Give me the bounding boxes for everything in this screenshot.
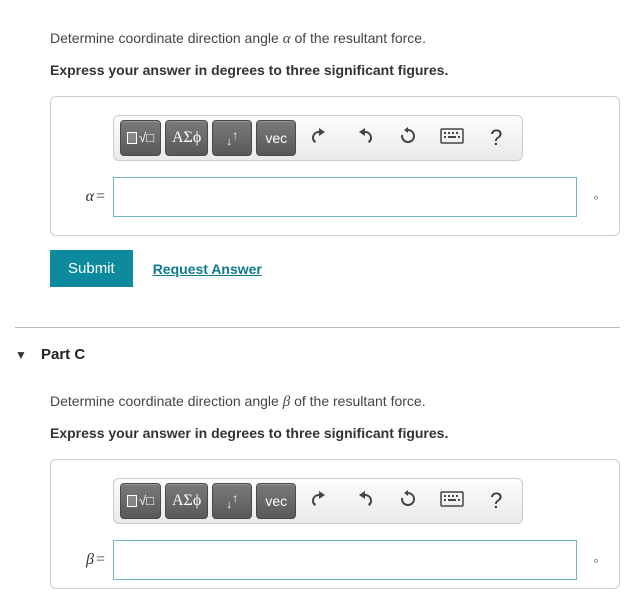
answer-input-c[interactable] bbox=[113, 540, 577, 580]
answer-lhs: α= bbox=[63, 188, 113, 206]
vec-button[interactable]: vec bbox=[256, 120, 296, 156]
prompt-text-c: Determine coordinate direction angle β o… bbox=[50, 393, 620, 411]
subsup-icon: ↓↑ bbox=[226, 494, 238, 508]
answer-unit-c: ∘ bbox=[577, 554, 607, 567]
keyboard-button[interactable] bbox=[432, 483, 472, 519]
symbols-button[interactable]: ΑΣϕ bbox=[165, 120, 208, 156]
help-button[interactable]: ? bbox=[476, 483, 516, 519]
vec-button[interactable]: vec bbox=[256, 483, 296, 519]
answer-unit: ∘ bbox=[577, 191, 607, 204]
subsup-button[interactable]: ↓↑ bbox=[212, 120, 252, 156]
reset-button[interactable] bbox=[388, 483, 428, 519]
help-label: ? bbox=[490, 125, 502, 151]
answer-panel-c: √□ ΑΣϕ ↓↑ vec bbox=[50, 459, 620, 589]
reset-icon bbox=[398, 489, 418, 514]
templates-icon: √□ bbox=[127, 132, 154, 145]
lhs-variable-c: β bbox=[86, 551, 94, 568]
undo-button[interactable] bbox=[300, 483, 340, 519]
help-label: ? bbox=[490, 488, 502, 514]
templates-icon: √□ bbox=[127, 495, 154, 508]
prompt-variable: α bbox=[283, 31, 291, 47]
vec-label: vec bbox=[265, 130, 287, 146]
equation-toolbar-c: √□ ΑΣϕ ↓↑ vec bbox=[113, 478, 523, 524]
lhs-equals-c: = bbox=[94, 551, 105, 568]
lhs-variable: α bbox=[86, 188, 94, 205]
symbols-label: ΑΣϕ bbox=[172, 129, 201, 147]
equation-toolbar: √□ ΑΣϕ ↓↑ vec bbox=[113, 115, 523, 161]
undo-icon bbox=[310, 490, 330, 513]
instruction-text: Express your answer in degrees to three … bbox=[50, 62, 620, 78]
symbols-button[interactable]: ΑΣϕ bbox=[165, 483, 208, 519]
answer-lhs-c: β= bbox=[63, 551, 113, 569]
submit-button[interactable]: Submit bbox=[50, 250, 133, 287]
prompt-post-c: of the resultant force. bbox=[290, 393, 425, 409]
undo-icon bbox=[310, 127, 330, 150]
keyboard-button[interactable] bbox=[432, 120, 472, 156]
instruction-text-c: Express your answer in degrees to three … bbox=[50, 425, 620, 441]
keyboard-icon bbox=[440, 128, 464, 149]
prompt-pre-c: Determine coordinate direction angle bbox=[50, 393, 283, 409]
subsup-icon: ↓↑ bbox=[226, 131, 238, 145]
redo-icon bbox=[354, 490, 374, 513]
subsup-button[interactable]: ↓↑ bbox=[212, 483, 252, 519]
vec-label: vec bbox=[265, 493, 287, 509]
lhs-equals: = bbox=[94, 188, 105, 205]
templates-button[interactable]: √□ bbox=[120, 120, 161, 156]
collapse-icon: ▼ bbox=[15, 348, 29, 362]
request-answer-link[interactable]: Request Answer bbox=[153, 261, 262, 277]
prompt-text: Determine coordinate direction angle α o… bbox=[50, 30, 620, 48]
prompt-post: of the resultant force. bbox=[291, 30, 426, 46]
answer-panel: √□ ΑΣϕ ↓↑ vec bbox=[50, 96, 620, 236]
redo-button[interactable] bbox=[344, 120, 384, 156]
redo-button[interactable] bbox=[344, 483, 384, 519]
part-c-title: Part C bbox=[41, 346, 85, 363]
symbols-label: ΑΣϕ bbox=[172, 492, 201, 510]
keyboard-icon bbox=[440, 491, 464, 512]
redo-icon bbox=[354, 127, 374, 150]
help-button[interactable]: ? bbox=[476, 120, 516, 156]
undo-button[interactable] bbox=[300, 120, 340, 156]
answer-input[interactable] bbox=[113, 177, 577, 217]
reset-button[interactable] bbox=[388, 120, 428, 156]
part-c-header[interactable]: ▼ Part C bbox=[15, 327, 620, 373]
templates-button[interactable]: √□ bbox=[120, 483, 161, 519]
reset-icon bbox=[398, 126, 418, 151]
prompt-pre: Determine coordinate direction angle bbox=[50, 30, 283, 46]
